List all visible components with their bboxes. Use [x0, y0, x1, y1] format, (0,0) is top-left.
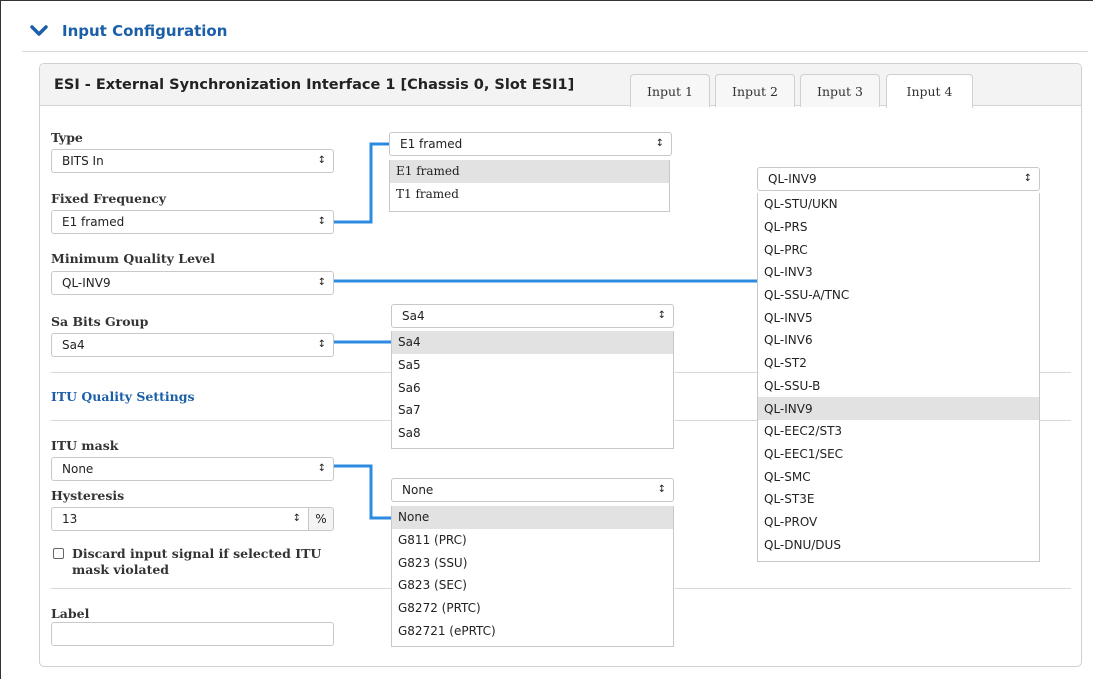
sa-bits-option[interactable]: Sa6: [392, 376, 673, 399]
type-label: Type: [51, 130, 83, 145]
itu-mask-option[interactable]: G8272 (PRTC): [392, 597, 673, 620]
itu-mask-dropdown-select[interactable]: None ↕: [391, 478, 674, 502]
divider: [1040, 372, 1071, 373]
itu-mask-option[interactable]: G811 (PRC): [392, 529, 673, 552]
itu-mask-option[interactable]: None: [392, 506, 673, 529]
hysteresis-label: Hysteresis: [51, 488, 125, 503]
frequency-option[interactable]: E1 framed: [390, 160, 669, 183]
quality-option[interactable]: QL-PRC: [758, 238, 1039, 261]
hysteresis-input[interactable]: 13 ↕: [51, 507, 309, 531]
quality-option[interactable]: QL-ST3E: [758, 488, 1039, 511]
discard-label-line2: mask violated: [72, 562, 170, 577]
hysteresis-value: 13: [62, 512, 78, 526]
quality-option[interactable]: QL-INV3: [758, 261, 1039, 284]
itu-mask-select[interactable]: None ↕: [51, 457, 334, 481]
sa-bits-dropdown-select[interactable]: Sa4 ↕: [391, 304, 674, 328]
discard-label-line1: Discard input signal if selected ITU: [72, 546, 322, 561]
quality-dropdown-value: QL-INV9: [768, 172, 817, 186]
sa-bits-option[interactable]: Sa8: [392, 422, 673, 445]
label-input[interactable]: [51, 622, 334, 646]
chevron-down-icon[interactable]: [30, 24, 48, 38]
sa-bits-group-select-value: Sa4: [62, 338, 85, 352]
up-down-arrows-icon: ↕: [317, 155, 326, 166]
minimum-quality-level-select-value: QL-INV9: [62, 276, 111, 290]
quality-option[interactable]: QL-SSU-B: [758, 375, 1039, 398]
quality-option[interactable]: QL-PROV: [758, 511, 1039, 534]
itu-mask-label: ITU mask: [51, 438, 119, 453]
divider: [51, 372, 391, 373]
quality-option[interactable]: QL-SSU-A/TNC: [758, 284, 1039, 307]
fixed-frequency-select[interactable]: E1 framed ↕: [51, 210, 334, 234]
sa-bits-dropdown-list: Sa4 Sa5 Sa6 Sa7 Sa8: [391, 331, 674, 449]
up-down-arrows-icon: ↕: [655, 138, 664, 149]
discard-checkbox[interactable]: [53, 548, 64, 559]
type-select[interactable]: BITS In ↕: [51, 149, 334, 173]
up-down-arrows-icon[interactable]: ↕: [293, 514, 301, 524]
up-down-arrows-icon: ↕: [1023, 173, 1032, 184]
fixed-frequency-select-value: E1 framed: [62, 215, 125, 229]
label-field-label: Label: [51, 606, 90, 621]
up-down-arrows-icon: ↕: [657, 484, 666, 495]
itu-mask-option[interactable]: G82721 (ePRTC): [392, 619, 673, 642]
sa-bits-option[interactable]: Sa7: [392, 399, 673, 422]
tab-input-4[interactable]: Input 4: [886, 74, 973, 108]
frequency-dropdown-value: E1 framed: [400, 137, 463, 151]
up-down-arrows-icon: ↕: [317, 463, 326, 474]
itu-quality-settings-heading: ITU Quality Settings: [51, 389, 195, 404]
type-select-value: BITS In: [62, 154, 104, 168]
minimum-quality-level-select[interactable]: QL-INV9 ↕: [51, 271, 334, 295]
quality-option[interactable]: QL-PRS: [758, 216, 1039, 239]
quality-dropdown-select[interactable]: QL-INV9 ↕: [757, 167, 1040, 191]
sa-bits-dropdown-value: Sa4: [402, 309, 425, 323]
up-down-arrows-icon: ↕: [317, 339, 326, 350]
section-header[interactable]: Input Configuration: [30, 20, 227, 42]
quality-option[interactable]: QL-INV5: [758, 306, 1039, 329]
tab-input-2[interactable]: Input 2: [715, 74, 795, 107]
divider: [51, 588, 391, 589]
sa-bits-option[interactable]: Sa4: [392, 331, 673, 354]
minimum-quality-level-label: Minimum Quality Level: [51, 251, 215, 266]
tab-input-3[interactable]: Input 3: [800, 74, 880, 107]
up-down-arrows-icon: ↕: [657, 310, 666, 321]
itu-mask-dropdown-list: None G811 (PRC) G823 (SSU) G823 (SEC) G8…: [391, 506, 674, 647]
hysteresis-unit: %: [309, 507, 334, 531]
quality-option[interactable]: QL-INV6: [758, 329, 1039, 352]
panel-header: ESI - External Synchronization Interface…: [40, 64, 1081, 108]
sa-bits-group-select[interactable]: Sa4 ↕: [51, 333, 334, 357]
up-down-arrows-icon: ↕: [317, 216, 326, 227]
frequency-dropdown-select[interactable]: E1 framed ↕: [389, 132, 672, 156]
up-down-arrows-icon: ↕: [317, 277, 326, 288]
sa-bits-group-label: Sa Bits Group: [51, 314, 149, 329]
divider: [51, 420, 391, 421]
header-divider: [22, 51, 1088, 52]
quality-option[interactable]: QL-INV9: [758, 397, 1039, 420]
itu-mask-dropdown-value: None: [402, 483, 434, 497]
quality-option[interactable]: QL-DNU/DUS: [758, 533, 1039, 556]
quality-option[interactable]: QL-ST2: [758, 352, 1039, 375]
itu-mask-select-value: None: [62, 462, 94, 476]
divider: [1040, 420, 1071, 421]
sa-bits-option[interactable]: Sa5: [392, 354, 673, 377]
itu-mask-option[interactable]: G823 (SEC): [392, 574, 673, 597]
panel-title: ESI - External Synchronization Interface…: [54, 77, 575, 93]
tab-input-1[interactable]: Input 1: [630, 74, 710, 107]
quality-option[interactable]: QL-EEC1/SEC: [758, 443, 1039, 466]
divider: [675, 588, 1071, 589]
divider: [675, 420, 758, 421]
frequency-dropdown-list: E1 framed T1 framed: [389, 160, 670, 212]
frequency-option[interactable]: T1 framed: [390, 183, 669, 206]
quality-option[interactable]: QL-EEC2/ST3: [758, 420, 1039, 443]
itu-mask-option[interactable]: G823 (SSU): [392, 551, 673, 574]
section-title: Input Configuration: [62, 22, 228, 40]
divider: [675, 372, 758, 373]
fixed-frequency-label: Fixed Frequency: [51, 191, 167, 206]
quality-dropdown-list: QL-STU/UKN QL-PRS QL-PRC QL-INV3 QL-SSU-…: [757, 193, 1040, 562]
quality-option[interactable]: QL-SMC: [758, 465, 1039, 488]
quality-option[interactable]: QL-STU/UKN: [758, 193, 1039, 216]
